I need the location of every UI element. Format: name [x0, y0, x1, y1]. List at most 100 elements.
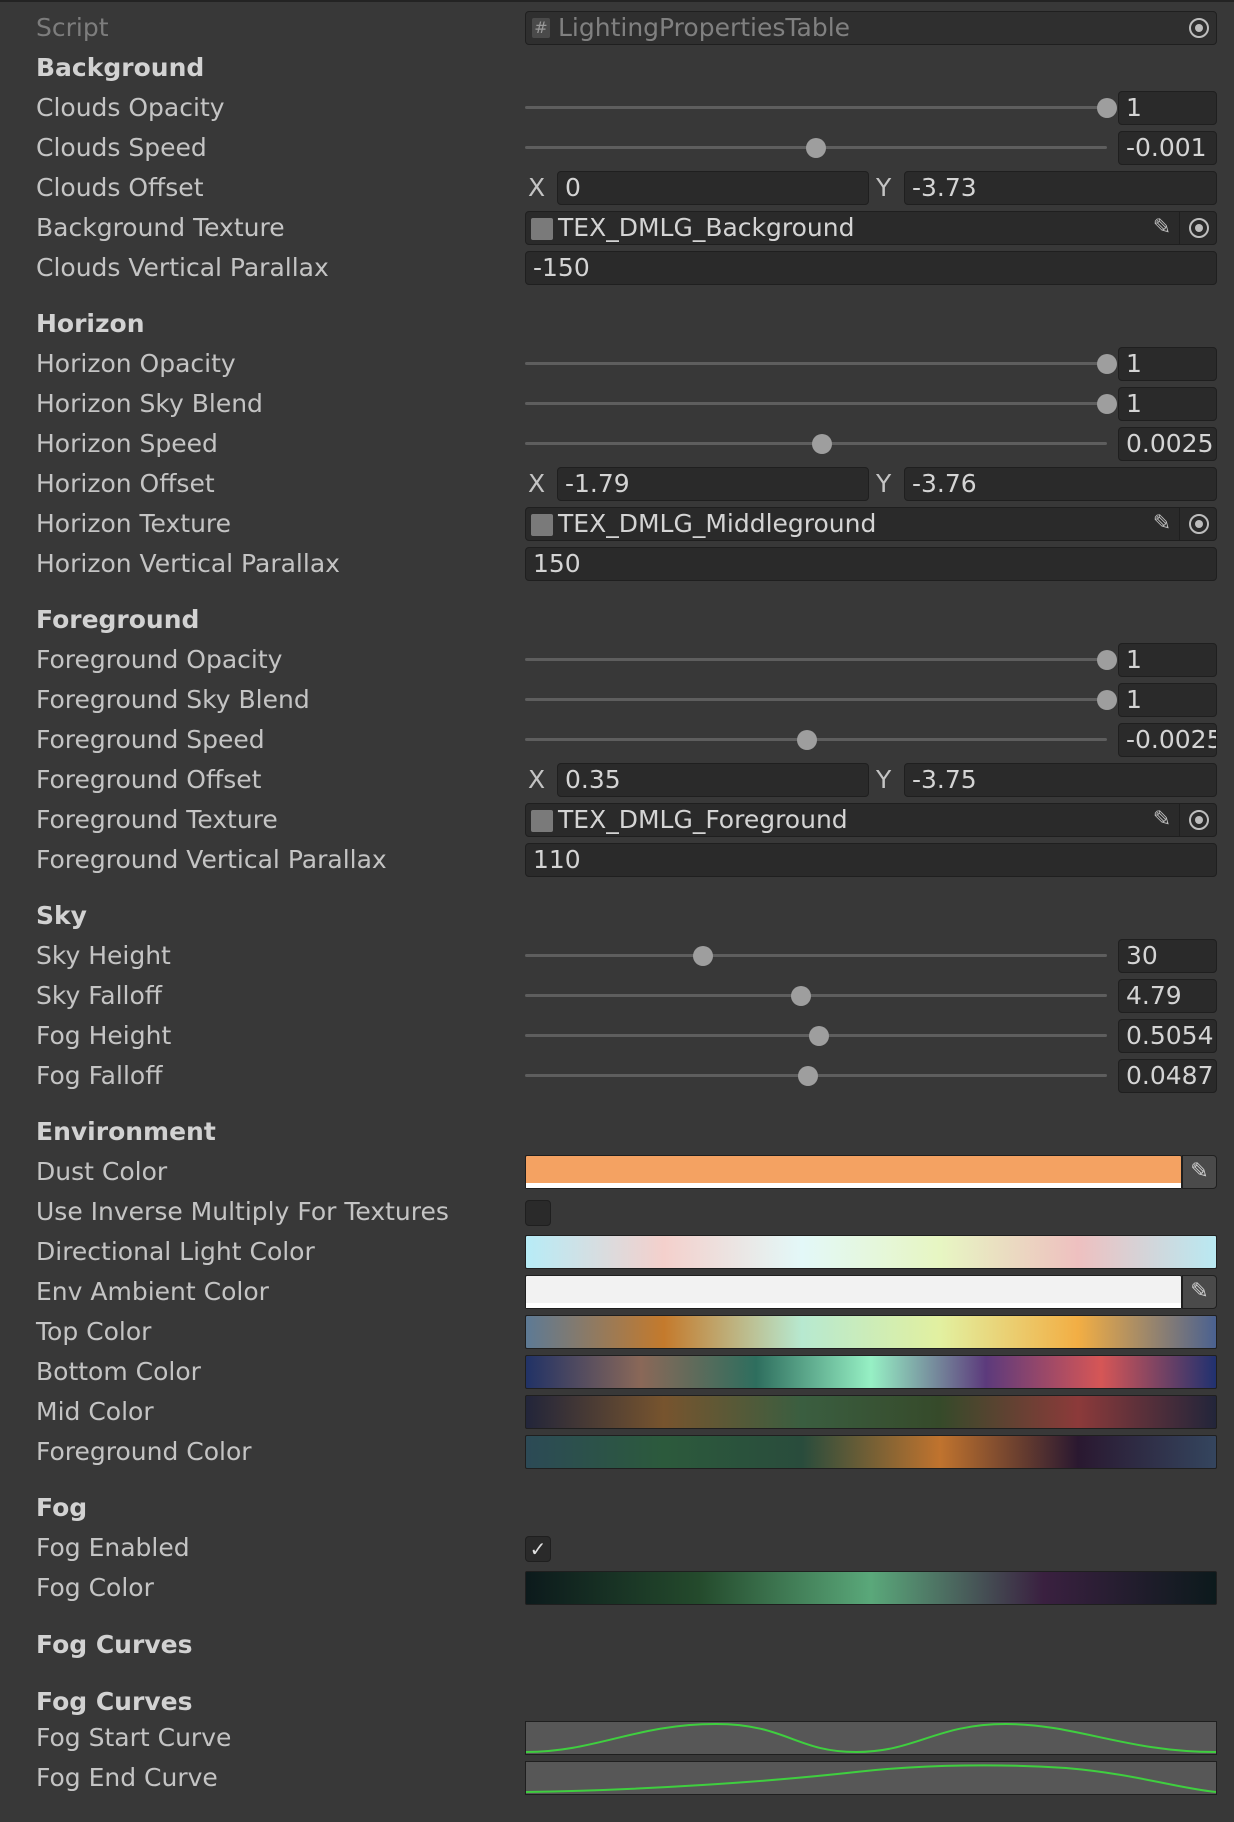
use-inverse-multiply-label: Use Inverse Multiply For Textures: [36, 1197, 449, 1226]
clouds-opacity-field[interactable]: 1: [1118, 91, 1217, 125]
texture-thumbnail-icon: [531, 514, 553, 536]
foreground-offset-x-label: X: [528, 765, 546, 794]
object-picker-icon[interactable]: [1185, 214, 1213, 242]
clouds-offset-y-label: Y: [876, 173, 892, 202]
section-header-sky: Sky: [36, 901, 87, 930]
object-picker-icon[interactable]: [1185, 806, 1213, 834]
horizon-speed-field[interactable]: 0.0025: [1118, 427, 1217, 461]
foreground-opacity-slider-track[interactable]: [525, 658, 1107, 661]
foreground-sky-blend-label: Foreground Sky Blend: [36, 685, 310, 714]
fog-start-curve-field[interactable]: [525, 1721, 1217, 1755]
foreground-offset-y-field[interactable]: -3.75: [904, 763, 1217, 797]
fog-end-curve-field[interactable]: [525, 1761, 1217, 1795]
foreground-sky-blend-slider-track[interactable]: [525, 698, 1107, 701]
texture-thumbnail-icon: [531, 218, 553, 240]
clouds-opacity-slider-track[interactable]: [525, 106, 1107, 109]
env-ambient-color-row: Env Ambient Color ✎: [0, 1272, 1234, 1312]
clouds-offset-x-field[interactable]: 0: [557, 171, 869, 205]
foreground-speed-label: Foreground Speed: [36, 725, 265, 754]
fog-start-curve-row: Fog Start Curve: [0, 1718, 1234, 1758]
foreground-opacity-slider-thumb[interactable]: [1097, 650, 1117, 670]
horizon-opacity-slider-thumb[interactable]: [1097, 354, 1117, 374]
pencil-icon[interactable]: ✎: [1150, 215, 1174, 241]
horizon-sky-blend-slider-track[interactable]: [525, 402, 1107, 405]
horizon-sky-blend-slider-thumb[interactable]: [1097, 394, 1117, 414]
sky-falloff-field[interactable]: 4.79: [1118, 979, 1217, 1013]
pencil-icon[interactable]: ✎: [1150, 807, 1174, 833]
script-row: Script # LightingPropertiesTable: [0, 8, 1234, 48]
dust-color-row: Dust Color ✎: [0, 1152, 1234, 1192]
foreground-vertical-parallax-field[interactable]: 110: [525, 843, 1217, 877]
object-picker-icon[interactable]: [1185, 510, 1213, 538]
horizon-texture-row: Horizon Texture TEX_DMLG_Middleground ✎: [0, 504, 1234, 544]
foreground-texture-label: Foreground Texture: [36, 805, 278, 834]
horizon-sky-blend-label: Horizon Sky Blend: [36, 389, 263, 418]
pencil-icon[interactable]: ✎: [1150, 511, 1174, 537]
fog-height-label: Fog Height: [36, 1021, 172, 1050]
script-field: # LightingPropertiesTable: [525, 11, 1217, 45]
horizon-speed-slider-thumb[interactable]: [811, 434, 832, 454]
clouds-opacity-row: Clouds Opacity 1: [0, 88, 1234, 128]
section-header-environment: Environment: [36, 1117, 216, 1146]
clouds-vertical-parallax-row: Clouds Vertical Parallax -150: [0, 248, 1234, 288]
foreground-sky-blend-field[interactable]: 1: [1118, 683, 1217, 717]
fog-falloff-field[interactable]: 0.0487: [1118, 1059, 1217, 1093]
eyedropper-icon[interactable]: ✎: [1182, 1275, 1217, 1309]
bottom-color-gradient[interactable]: [525, 1355, 1217, 1389]
foreground-color-row: Foreground Color: [0, 1432, 1234, 1472]
horizon-sky-blend-field[interactable]: 1: [1118, 387, 1217, 421]
top-color-gradient[interactable]: [525, 1315, 1217, 1349]
horizon-opacity-field[interactable]: 1: [1118, 347, 1217, 381]
horizon-opacity-slider-track[interactable]: [525, 362, 1107, 365]
sky-falloff-slider-thumb[interactable]: [791, 986, 812, 1006]
foreground-sky-blend-slider-thumb[interactable]: [1097, 690, 1117, 710]
foreground-offset-x-field[interactable]: 0.35: [557, 763, 869, 797]
fog-color-gradient[interactable]: [525, 1571, 1217, 1605]
fog-height-slider-thumb[interactable]: [808, 1026, 829, 1046]
horizon-texture-field[interactable]: TEX_DMLG_Middleground ✎: [525, 507, 1217, 541]
section-header-foreground: Foreground: [36, 605, 200, 634]
foreground-texture-field[interactable]: TEX_DMLG_Foreground ✎: [525, 803, 1217, 837]
fog-falloff-slider-thumb[interactable]: [798, 1066, 819, 1086]
horizon-offset-x-field[interactable]: -1.79: [557, 467, 869, 501]
horizon-vertical-parallax-field[interactable]: 150: [525, 547, 1217, 581]
horizon-offset-x-label: X: [528, 469, 546, 498]
foreground-texture-value: TEX_DMLG_Foreground: [558, 805, 848, 834]
clouds-offset-y-field[interactable]: -3.73: [904, 171, 1217, 205]
foreground-color-gradient[interactable]: [525, 1435, 1217, 1469]
horizon-offset-y-field[interactable]: -3.76: [904, 467, 1217, 501]
foreground-opacity-field[interactable]: 1: [1118, 643, 1217, 677]
horizon-opacity-label: Horizon Opacity: [36, 349, 236, 378]
env-ambient-color-swatch[interactable]: [525, 1275, 1182, 1309]
background-texture-field[interactable]: TEX_DMLG_Background ✎: [525, 211, 1217, 245]
eyedropper-icon[interactable]: ✎: [1182, 1155, 1217, 1189]
clouds-offset-label: Clouds Offset: [36, 173, 204, 202]
fog-height-field[interactable]: 0.5054: [1118, 1019, 1217, 1053]
directional-light-gradient[interactable]: [525, 1235, 1217, 1269]
clouds-vertical-parallax-label: Clouds Vertical Parallax: [36, 253, 329, 282]
sky-falloff-label: Sky Falloff: [36, 981, 163, 1010]
foreground-speed-field[interactable]: -0.0025: [1118, 723, 1217, 757]
foreground-speed-slider-thumb[interactable]: [797, 730, 818, 750]
sky-height-field[interactable]: 30: [1118, 939, 1217, 973]
sky-height-slider-thumb[interactable]: [692, 946, 713, 966]
clouds-speed-slider-thumb[interactable]: [806, 138, 826, 158]
clouds-opacity-label: Clouds Opacity: [36, 93, 225, 122]
fog-end-curve-label: Fog End Curve: [36, 1763, 218, 1792]
fog-enabled-checkbox[interactable]: ✓: [525, 1536, 551, 1562]
sky-falloff-slider-track[interactable]: [525, 994, 1107, 997]
section-header-fog: Fog: [36, 1493, 88, 1522]
sky-height-slider-track[interactable]: [525, 954, 1107, 957]
foreground-vertical-parallax-row: Foreground Vertical Parallax 110: [0, 840, 1234, 880]
dust-color-swatch[interactable]: [525, 1155, 1182, 1189]
object-picker-icon: [1185, 14, 1213, 42]
use-inverse-multiply-checkbox[interactable]: [525, 1200, 551, 1226]
mid-color-gradient[interactable]: [525, 1395, 1217, 1429]
foreground-offset-y-label: Y: [876, 765, 892, 794]
clouds-opacity-slider-thumb[interactable]: [1097, 98, 1117, 118]
section-header-fog-curves: Fog Curves: [36, 1630, 193, 1659]
fog-height-row: Fog Height 0.5054: [0, 1016, 1234, 1056]
clouds-speed-field[interactable]: -0.001: [1118, 131, 1217, 165]
clouds-vertical-parallax-field[interactable]: -150: [525, 251, 1217, 285]
fog-falloff-label: Fog Falloff: [36, 1061, 163, 1090]
